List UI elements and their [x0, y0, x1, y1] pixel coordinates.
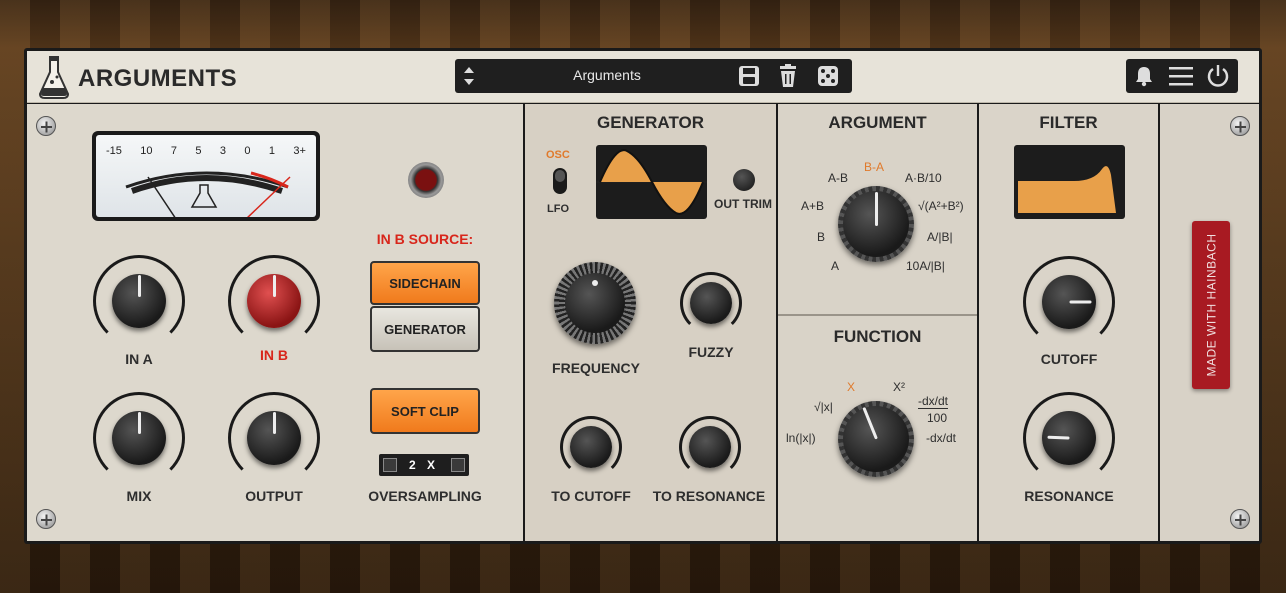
argument-option[interactable]: A/|B|	[927, 230, 953, 244]
mix-label: MIX	[126, 488, 152, 504]
generator-source-button[interactable]: GENERATOR	[370, 306, 480, 352]
fuzzy-knob[interactable]	[680, 272, 742, 334]
badge-text: MADE WITH HAINBACH	[1204, 233, 1219, 377]
argument-option[interactable]: A-B	[828, 171, 848, 185]
in-b-label: IN B	[260, 347, 288, 363]
argument-function-divider	[778, 314, 977, 316]
vu-scale-label: 7	[170, 145, 178, 157]
app-title: ARGUMENTS	[78, 65, 238, 92]
cutoff-label: CUTOFF	[1040, 351, 1098, 367]
vu-scale-label: 3+	[293, 145, 306, 157]
preset-bar: Arguments	[455, 59, 852, 93]
sidechain-button[interactable]: SIDECHAIN	[370, 261, 480, 305]
argument-selector-knob[interactable]	[838, 186, 914, 262]
in-a-label: IN A	[125, 351, 153, 367]
function-option[interactable]: -dx/dt	[926, 431, 956, 445]
argument-option[interactable]: B	[817, 230, 825, 244]
argument-option-selected[interactable]: B-A	[864, 160, 884, 174]
filter-response-display	[1014, 145, 1125, 219]
oversampling-selector[interactable]: 2 X	[379, 454, 469, 476]
to-resonance-label: TO RESONANCE	[652, 488, 766, 504]
to-cutoff-label: TO CUTOFF	[551, 488, 631, 504]
vu-scale-label: 3	[219, 145, 227, 157]
function-selector-knob[interactable]	[838, 401, 914, 477]
filter-title: FILTER	[1039, 113, 1098, 132]
in-b-knob[interactable]	[228, 255, 320, 347]
resonance-label: RESONANCE	[1024, 488, 1114, 504]
argument-option[interactable]: A+B	[801, 199, 824, 213]
frequency-knob[interactable]	[554, 262, 636, 344]
clip-led	[408, 162, 444, 198]
power-icon[interactable]	[1206, 64, 1230, 92]
function-title: FUNCTION	[833, 327, 922, 346]
menu-icon[interactable]	[1169, 66, 1193, 90]
in-a-knob[interactable]	[93, 255, 185, 347]
lfo-label: LFO	[547, 203, 569, 215]
out-trim-knob[interactable]	[733, 169, 755, 191]
delete-icon[interactable]	[777, 64, 799, 92]
utility-bar	[1126, 59, 1238, 93]
function-option[interactable]: √|x|	[814, 400, 833, 414]
function-option-selected[interactable]: X	[847, 380, 855, 394]
osc-lfo-switch[interactable]	[553, 168, 567, 194]
argument-option[interactable]: A	[831, 259, 839, 273]
to-cutoff-knob[interactable]	[560, 416, 622, 478]
argument-option[interactable]: 10A/|B|	[906, 259, 945, 273]
vu-meter: -15 10 7 5 3 0 1 3+	[92, 131, 320, 221]
flask-logo-icon	[37, 54, 71, 104]
preset-name[interactable]: Arguments	[515, 67, 699, 83]
screw	[1230, 116, 1250, 136]
soft-clip-button[interactable]: SOFT CLIP	[370, 388, 480, 434]
in-b-source-label: IN B SOURCE:	[376, 231, 474, 247]
output-label: OUTPUT	[245, 488, 303, 504]
save-icon[interactable]	[738, 65, 760, 91]
oversampling-label: OVERSAMPLING	[368, 488, 482, 504]
cutoff-knob[interactable]	[1023, 256, 1115, 348]
function-option[interactable]: ln(|x|)	[786, 431, 816, 445]
vu-scale-label: 1	[268, 145, 276, 157]
function-option[interactable]: -dx/dt	[918, 394, 949, 409]
resonance-knob[interactable]	[1023, 392, 1115, 484]
vu-scale-label: 10	[140, 145, 153, 157]
bell-icon[interactable]	[1134, 65, 1154, 91]
mix-knob[interactable]	[93, 392, 185, 484]
argument-title: ARGUMENT	[828, 113, 927, 132]
osc-label: OSC	[546, 149, 570, 161]
function-option[interactable]: X²	[893, 380, 905, 394]
fuzzy-label: FUZZY	[688, 344, 734, 360]
screw	[36, 509, 56, 529]
out-trim-label: OUT TRIM	[714, 197, 772, 211]
made-with-hainbach-badge[interactable]: MADE WITH HAINBACH	[1192, 221, 1230, 389]
vu-scale-label: 0	[244, 145, 251, 157]
screw	[1230, 509, 1250, 529]
waveform-display	[596, 145, 707, 219]
frequency-label: FREQUENCY	[552, 360, 640, 376]
screw	[36, 116, 56, 136]
function-option-denominator: 100	[927, 411, 948, 425]
vu-scale-label: 5	[195, 145, 202, 157]
output-knob[interactable]	[228, 392, 320, 484]
generator-title: GENERATOR	[596, 113, 705, 132]
vu-scale-label: -15	[106, 145, 122, 157]
preset-up-down-icon[interactable]	[461, 63, 477, 93]
oversampling-value: 2 X	[408, 458, 439, 472]
argument-option[interactable]: A·B/10	[905, 171, 942, 185]
argument-option[interactable]: √(A²+B²)	[918, 199, 964, 213]
randomize-dice-icon[interactable]	[817, 65, 839, 91]
to-resonance-knob[interactable]	[679, 416, 741, 478]
